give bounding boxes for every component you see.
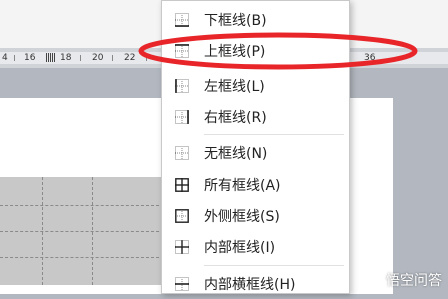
border-top-icon [175,44,189,58]
menu-item-all-borders[interactable]: 所有框线(A) [162,170,349,200]
menu-item-label: 上框线(P) [204,44,266,60]
menu-item-label: 左框线(L) [204,79,265,95]
border-right-icon [175,110,189,124]
menu-item-label: 内部框线(I) [204,240,276,256]
menu-item-outside-borders[interactable]: 外侧框线(S) [162,201,349,231]
border-dropdown-menu: 下框线(B) 上框线(P) 左框线(L) 右框线(R) 无框线(N) 所有框线(… [161,0,350,294]
ruler-label: 22 [124,53,136,63]
menu-item-bottom-border[interactable]: 下框线(B) [162,5,349,35]
menu-item-top-border[interactable]: 上框线(P) [162,36,349,66]
ruler-tick [80,55,81,61]
table-column-line [42,177,43,285]
ruler-label: 4 [2,53,8,63]
ruler-label: 18 [60,53,72,63]
menu-separator [204,265,344,266]
menu-item-right-border[interactable]: 右框线(R) [162,102,349,132]
border-inside-icon [175,240,189,254]
border-outside-icon [175,209,189,223]
ruler-indent-marker[interactable] [46,53,55,62]
menu-item-label: 所有框线(A) [204,178,281,194]
menu-item-label: 下框线(B) [204,13,267,29]
ruler-label: 16 [24,53,36,63]
ruler-tick [112,55,113,61]
menu-item-label: 右框线(R) [204,110,267,126]
menu-item-inside-borders[interactable]: 内部框线(I) [162,232,349,262]
table-column-line [92,177,93,285]
ruler-tick [146,55,147,61]
menu-item-label: 内部横框线(H) [204,277,296,293]
ruler-label: 20 [92,53,104,63]
menu-item-left-border[interactable]: 左框线(L) [162,71,349,101]
border-left-icon [175,79,189,93]
menu-item-inside-horizontal-border[interactable]: 内部横框线(H) [162,269,349,299]
border-bottom-icon [175,13,189,27]
watermark-text: 悟空问答 [386,273,442,289]
speech-bubble-icon [367,273,381,288]
ruler-tick [14,55,15,61]
border-inside-horizontal-icon [175,277,189,291]
menu-item-label: 外侧框线(S) [204,209,280,225]
menu-item-no-border[interactable]: 无框线(N) [162,138,349,168]
ruler-label: 36 [364,53,376,63]
border-none-icon [175,146,189,160]
menu-item-label: 无框线(N) [204,146,268,162]
border-all-icon [175,178,189,192]
menu-separator [204,134,344,135]
watermark: 悟空问答 [366,270,442,290]
